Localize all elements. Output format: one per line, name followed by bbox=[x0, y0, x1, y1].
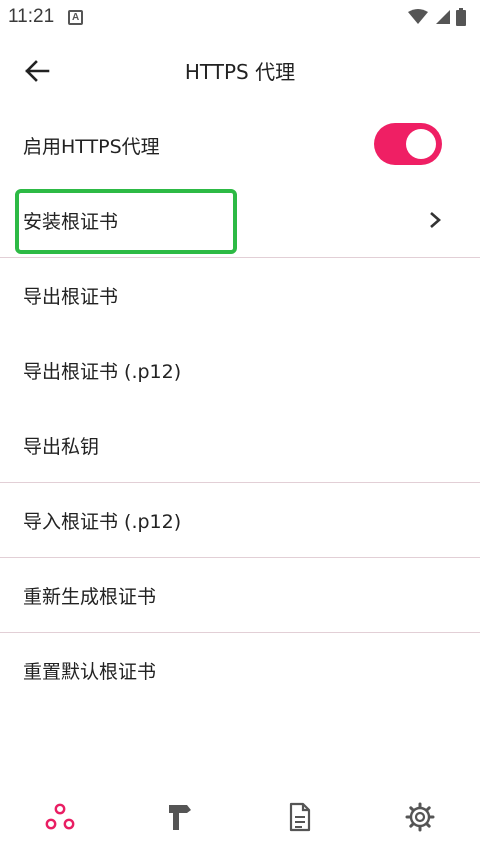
nav-settings[interactable] bbox=[360, 782, 480, 852]
bottom-nav bbox=[0, 782, 480, 852]
import-root-cert-p12-label: 导入根证书 (.p12) bbox=[23, 510, 182, 533]
reset-default-root-cert-row[interactable]: 重置默认根证书 bbox=[0, 633, 480, 708]
export-root-cert-p12-row[interactable]: 导出根证书 (.p12) bbox=[0, 333, 480, 408]
back-button[interactable] bbox=[22, 56, 52, 86]
install-root-cert-row[interactable]: 安装根证书 bbox=[0, 183, 480, 258]
export-private-key-row[interactable]: 导出私钥 bbox=[0, 408, 480, 483]
status-left: 11:21 A bbox=[8, 6, 84, 28]
enable-https-proxy-label: 启用HTTPS代理 bbox=[23, 136, 160, 158]
status-right bbox=[408, 8, 466, 26]
export-private-key-label: 导出私钥 bbox=[23, 435, 100, 458]
network-icon bbox=[45, 803, 75, 830]
battery-icon bbox=[456, 8, 466, 26]
regenerate-root-cert-label: 重新生成根证书 bbox=[23, 585, 157, 608]
enable-https-proxy-toggle[interactable] bbox=[374, 123, 442, 165]
nav-tools[interactable] bbox=[120, 782, 240, 852]
arrow-left-icon bbox=[25, 60, 50, 82]
reset-default-root-cert-label: 重置默认根证书 bbox=[23, 661, 157, 683]
document-icon bbox=[289, 802, 311, 832]
enable-https-proxy-row[interactable]: 启用HTTPS代理 bbox=[0, 108, 480, 183]
export-root-cert-p12-label: 导出根证书 (.p12) bbox=[23, 361, 182, 383]
import-root-cert-p12-row[interactable]: 导入根证书 (.p12) bbox=[0, 483, 480, 558]
nav-network[interactable] bbox=[0, 782, 120, 852]
a-icon: A bbox=[68, 9, 84, 25]
export-root-cert-label: 导出根证书 bbox=[23, 286, 119, 308]
page-title: HTTPS 代理 bbox=[184, 60, 296, 84]
status-bar: 11:21 A bbox=[0, 0, 480, 34]
gear-icon bbox=[405, 802, 435, 832]
chevron-right-icon bbox=[430, 212, 441, 228]
toggle-knob bbox=[406, 129, 436, 159]
export-root-cert-row[interactable]: 导出根证书 bbox=[0, 258, 480, 333]
install-root-cert-label: 安装根证书 bbox=[23, 210, 119, 233]
app-bar: HTTPS 代理 bbox=[0, 36, 480, 104]
wifi-icon bbox=[408, 9, 428, 24]
nav-logs[interactable] bbox=[240, 782, 360, 852]
regenerate-root-cert-row[interactable]: 重新生成根证书 bbox=[0, 558, 480, 633]
hammer-icon bbox=[169, 805, 191, 830]
settings-list: 启用HTTPS代理 安装根证书 导出根证书 导出根证书 (.p12) 导出私钥 … bbox=[0, 108, 480, 708]
signal-icon bbox=[436, 10, 450, 24]
status-time: 11:21 bbox=[8, 6, 55, 27]
